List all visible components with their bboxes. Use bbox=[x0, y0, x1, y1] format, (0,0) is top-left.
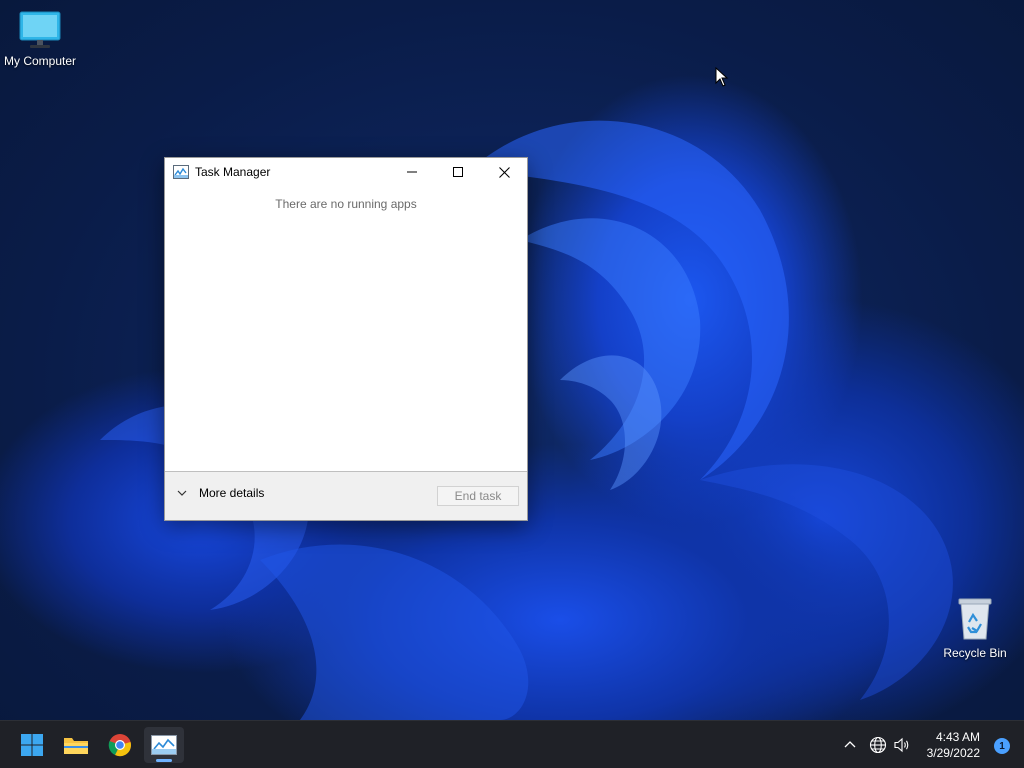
taskbar-chrome[interactable] bbox=[100, 727, 140, 763]
folder-icon bbox=[64, 738, 88, 754]
taskbar: 4:43 AM 3/29/2022 1 bbox=[0, 720, 1024, 768]
show-hidden-icons-button[interactable] bbox=[840, 735, 860, 755]
recycle-bin-icon bbox=[958, 598, 992, 640]
speaker-icon bbox=[894, 737, 909, 753]
minimize-icon bbox=[407, 171, 417, 173]
close-button[interactable] bbox=[481, 158, 527, 186]
task-manager-icon bbox=[173, 165, 189, 179]
taskbar-task-manager[interactable] bbox=[144, 727, 184, 763]
chevron-up-icon bbox=[844, 741, 856, 748]
window-footer: More details End task bbox=[165, 471, 527, 520]
volume-button[interactable] bbox=[892, 735, 912, 755]
clock-date: 3/29/2022 bbox=[926, 746, 980, 760]
monitor-icon bbox=[19, 11, 61, 48]
title-bar[interactable]: Task Manager bbox=[165, 158, 527, 186]
app-list-area: There are no running apps bbox=[165, 186, 527, 472]
task-manager-window: Task Manager There are no running apps M… bbox=[164, 157, 528, 521]
desktop-icon-label: My Computer bbox=[3, 54, 77, 68]
chrome-icon bbox=[108, 734, 131, 757]
clock-time: 4:43 AM bbox=[935, 730, 980, 744]
end-task-button[interactable]: End task bbox=[437, 486, 519, 506]
desktop-icon-my-computer[interactable]: My Computer bbox=[0, 10, 80, 68]
globe-icon bbox=[869, 736, 887, 754]
start-button[interactable] bbox=[12, 727, 52, 763]
taskbar-file-explorer[interactable] bbox=[56, 727, 96, 763]
close-icon bbox=[498, 166, 510, 178]
network-button[interactable] bbox=[868, 735, 888, 755]
active-app-indicator bbox=[156, 759, 172, 762]
more-details-label: More details bbox=[199, 486, 265, 500]
desktop-icon-recycle-bin[interactable]: Recycle Bin bbox=[935, 596, 1015, 660]
more-details-button[interactable]: More details bbox=[175, 486, 264, 500]
maximize-button[interactable] bbox=[435, 158, 481, 186]
windows-logo-icon bbox=[21, 734, 43, 756]
task-manager-icon bbox=[151, 735, 177, 755]
mouse-cursor-icon bbox=[715, 67, 729, 87]
minimize-button[interactable] bbox=[389, 158, 435, 186]
notification-badge[interactable]: 1 bbox=[994, 738, 1010, 754]
desktop: My Computer Recycle Bin Task Manager The… bbox=[0, 0, 1024, 768]
clock[interactable]: 4:43 AM 3/29/2022 bbox=[927, 729, 980, 761]
maximize-icon bbox=[453, 167, 463, 177]
chevron-down-icon bbox=[177, 490, 187, 496]
empty-state-message: There are no running apps bbox=[275, 197, 417, 211]
window-title: Task Manager bbox=[195, 165, 271, 179]
desktop-icon-label: Recycle Bin bbox=[943, 646, 1007, 660]
